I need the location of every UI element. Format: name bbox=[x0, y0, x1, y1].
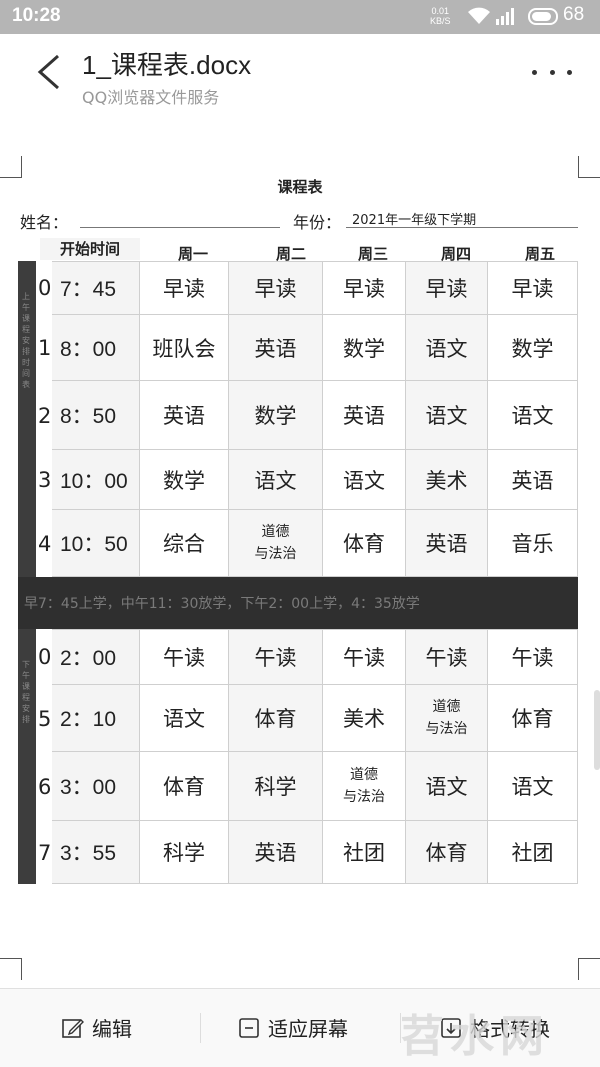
table-border bbox=[52, 261, 578, 262]
more-menu-icon[interactable] bbox=[532, 62, 572, 82]
divider bbox=[200, 1013, 201, 1043]
start-time-cell: 10：00 bbox=[52, 450, 140, 510]
course-cell: 数学 bbox=[140, 450, 229, 510]
course-cell: 美术 bbox=[323, 685, 406, 752]
watermark-logo: 苕水网 bbox=[400, 1011, 550, 1062]
course-cell: 数学 bbox=[323, 315, 406, 381]
section-sidebar: 上午课程安排时间表 bbox=[18, 261, 36, 577]
course-cell: 道德 与法治 bbox=[406, 685, 488, 752]
course-cell: 英语 bbox=[229, 315, 323, 381]
scrollbar[interactable] bbox=[594, 690, 600, 770]
status-bar: 10:28 0.01 KB/S 68 bbox=[0, 0, 600, 34]
course-cell: 英语 bbox=[229, 821, 323, 884]
course-cell: 体育 bbox=[229, 685, 323, 752]
course-cell: 语文 bbox=[406, 315, 488, 381]
course-cell: 午读 bbox=[140, 629, 229, 685]
course-cell: 语文 bbox=[406, 381, 488, 450]
signal-icon bbox=[496, 7, 522, 28]
course-cell: 美术 bbox=[406, 450, 488, 510]
course-cell: 道德 与法治 bbox=[229, 510, 323, 577]
course-cell: 英语 bbox=[323, 381, 406, 450]
section-label: 上午课程安排时间表 bbox=[22, 292, 30, 389]
course-cell: 英语 bbox=[140, 381, 229, 450]
network-speed: 0.01 KB/S bbox=[430, 6, 451, 26]
start-time-cell: 7：45 bbox=[52, 261, 140, 315]
start-time-cell: 2：10 bbox=[52, 685, 140, 752]
course-cell: 英语 bbox=[488, 450, 578, 510]
section-sidebar: 下午课程安排 bbox=[18, 629, 36, 884]
course-cell: 班队会 bbox=[140, 315, 229, 381]
app-header: 1_课程表.docx QQ浏览器文件服务 bbox=[0, 34, 600, 118]
course-cell: 早读 bbox=[140, 261, 229, 315]
edit-button[interactable]: 编辑 bbox=[62, 1013, 132, 1042]
course-cell: 科学 bbox=[229, 752, 323, 821]
course-cell: 体育 bbox=[140, 752, 229, 821]
document-view: 课程表 姓名： 年份： 2021年一年级下学期 开始时间 周一 周二 周三 周四 周五 … bbox=[0, 118, 600, 988]
fit-screen-icon bbox=[239, 1017, 259, 1038]
course-cell: 英语 bbox=[406, 510, 488, 577]
start-time-cell: 10：50 bbox=[52, 510, 140, 577]
course-cell: 体育 bbox=[488, 685, 578, 752]
course-cell: 语文 bbox=[323, 450, 406, 510]
edit-icon bbox=[62, 1018, 84, 1038]
start-time-cell: 3：00 bbox=[52, 752, 140, 821]
table-border bbox=[52, 629, 578, 630]
course-cell: 音乐 bbox=[488, 510, 578, 577]
back-arrow-icon[interactable] bbox=[32, 52, 66, 92]
course-cell: 道德 与法治 bbox=[323, 752, 406, 821]
start-time-cell: 8：50 bbox=[52, 381, 140, 450]
course-cell: 体育 bbox=[323, 510, 406, 577]
fit-screen-button[interactable]: 适应屏幕 bbox=[238, 1013, 348, 1042]
file-subtitle: QQ浏览器文件服务 bbox=[82, 88, 220, 107]
course-cell: 科学 bbox=[140, 821, 229, 884]
course-cell: 午读 bbox=[488, 629, 578, 685]
course-cell: 综合 bbox=[140, 510, 229, 577]
course-cell: 午读 bbox=[229, 629, 323, 685]
course-cell: 语文 bbox=[229, 450, 323, 510]
course-cell: 社团 bbox=[323, 821, 406, 884]
course-cell: 午读 bbox=[323, 629, 406, 685]
course-cell: 早读 bbox=[406, 261, 488, 315]
course-cell: 社团 bbox=[488, 821, 578, 884]
course-cell: 语文 bbox=[140, 685, 229, 752]
course-cell: 数学 bbox=[488, 315, 578, 381]
schedule-note: 早7：45上学，中午11：30放学，下午2：00上学，4：35放学 bbox=[18, 577, 578, 629]
course-cell: 早读 bbox=[323, 261, 406, 315]
battery-icon bbox=[528, 8, 558, 25]
battery-level: 68 bbox=[563, 4, 585, 25]
course-cell: 数学 bbox=[229, 381, 323, 450]
course-cell: 午读 bbox=[406, 629, 488, 685]
course-cell: 早读 bbox=[488, 261, 578, 315]
course-cell: 早读 bbox=[229, 261, 323, 315]
start-time-cell: 8：00 bbox=[52, 315, 140, 381]
course-cell: 体育 bbox=[406, 821, 488, 884]
file-title: 1_课程表.docx bbox=[82, 50, 252, 80]
clock: 10:28 bbox=[12, 5, 61, 26]
start-time-cell: 2：00 bbox=[52, 629, 140, 685]
section-label: 下午课程安排 bbox=[22, 660, 30, 724]
start-time-cell: 3：55 bbox=[52, 821, 140, 884]
wifi-icon bbox=[468, 7, 490, 24]
course-cell: 语文 bbox=[406, 752, 488, 821]
course-cell: 语文 bbox=[488, 381, 578, 450]
course-cell: 语文 bbox=[488, 752, 578, 821]
